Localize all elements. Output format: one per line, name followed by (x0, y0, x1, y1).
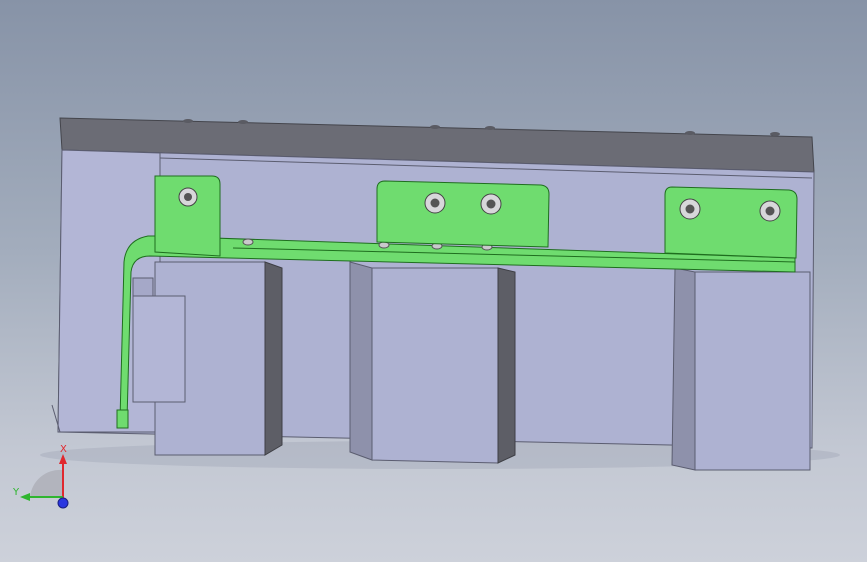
mounting-tab-right (664, 186, 798, 259)
mounting-tab-left (154, 175, 221, 257)
model-viewport[interactable] (0, 0, 867, 562)
side-clamp-block (132, 277, 186, 403)
triad-plane-icon (30, 469, 62, 497)
y-axis-label: Y (12, 487, 20, 498)
x-axis-label: X (60, 444, 67, 455)
axis-triad: X Y (12, 444, 69, 509)
mounting-tab-middle (376, 180, 550, 248)
lower-block-right (671, 267, 811, 471)
lower-block-middle (349, 261, 516, 464)
z-axis-dot (57, 497, 69, 509)
